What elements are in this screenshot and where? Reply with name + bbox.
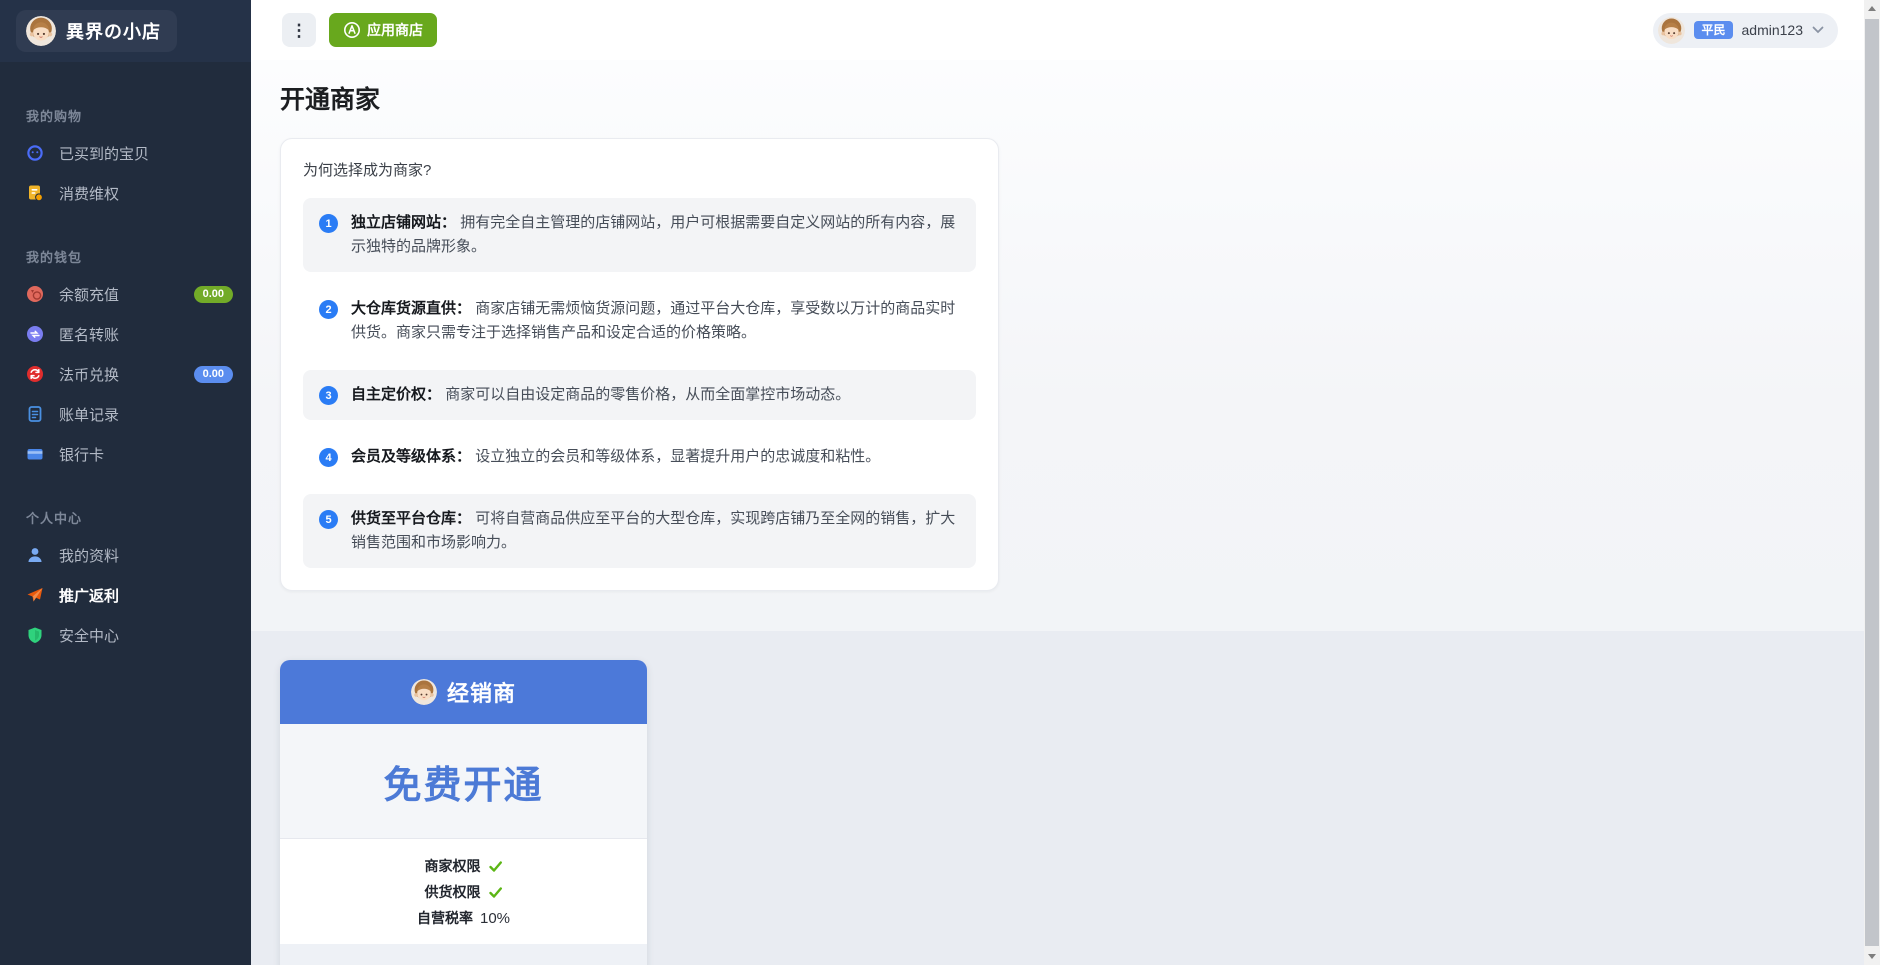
shield-icon [26, 626, 44, 644]
shop-logo-avatar-icon [26, 16, 56, 46]
nav-section-wallet: 我的钱包 [0, 247, 251, 274]
menu-dots-button[interactable]: ⋮ [282, 13, 316, 47]
nav-section-shopping: 我的购物 [0, 106, 251, 133]
sidebar-item-bill-records[interactable]: 账单记录 [0, 394, 251, 434]
number-badge: 5 [319, 510, 338, 529]
nav-section-personal: 个人中心 [0, 508, 251, 535]
feature-label: 供货权限 [425, 882, 481, 902]
why-item-title: 大仓库货源直供： [351, 300, 471, 317]
recharge-balance-badge: 0.00 [194, 286, 233, 303]
sidebar-item-promotion-rebate[interactable]: 推广返利 [0, 575, 251, 615]
sidebar-item-label: 我的资料 [59, 545, 119, 566]
fiat-balance-badge: 0.00 [194, 366, 233, 383]
rights-protection-icon [26, 184, 44, 202]
sidebar-item-fiat-exchange[interactable]: 法币兑换 0.00 [0, 354, 251, 394]
treasure-icon [26, 144, 44, 162]
app-window: 異界の小店 我的购物 已买到的宝贝 消费维权 我的钱包 [0, 0, 1880, 965]
dealer-avatar-icon [411, 679, 437, 705]
dealer-title: 经销商 [447, 676, 516, 708]
why-item-title: 自主定价权： [351, 386, 441, 403]
check-icon [488, 859, 503, 874]
sidebar-item-label: 余额充值 [59, 284, 119, 305]
sidebar-item-label: 法币兑换 [59, 364, 119, 385]
username: admin123 [1742, 22, 1804, 38]
appstore-button-label: 应用商店 [367, 20, 423, 40]
why-item-text: 设立独立的会员和等级体系，显著提升用户的忠诚度和粘性。 [475, 448, 880, 465]
number-badge: 4 [319, 448, 338, 467]
dealer-price-text: 免费开通 [383, 765, 543, 807]
dealer-section: 经销商 免费开通 商家权限 供货权限 [251, 631, 1864, 965]
why-question: 为何选择成为商家? [303, 159, 976, 180]
content: 开通商家 为何选择成为商家? 1 独立店铺网站： 拥有完全自主管理的店铺网站，用… [251, 60, 1864, 965]
user-avatar [1658, 17, 1685, 44]
feature-merchant-permission: 商家权限 [425, 856, 503, 876]
transfer-icon [26, 325, 44, 343]
dealer-card-footer: 重新开通 [280, 944, 647, 965]
why-item-1: 1 独立店铺网站： 拥有完全自主管理的店铺网站，用户可根据需要自定义网站的所有内… [303, 198, 976, 272]
sidebar-item-security-center[interactable]: 安全中心 [0, 615, 251, 655]
why-item-4: 4 会员及等级体系： 设立独立的会员和等级体系，显著提升用户的忠诚度和粘性。 [303, 432, 976, 482]
scrollbar-thumb[interactable] [1865, 19, 1879, 946]
scrollbar-down-arrow[interactable] [1864, 948, 1880, 965]
why-item-title: 供货至平台仓库： [351, 510, 471, 527]
why-item-text: 商家可以自由设定商品的零售价格，从而全面掌控市场动态。 [445, 386, 850, 403]
feature-label: 自营税率 [417, 908, 473, 928]
sidebar-item-label: 银行卡 [59, 444, 104, 465]
appstore-icon [343, 21, 361, 39]
topbar: ⋮ 应用商店 平民 admin123 [251, 0, 1864, 60]
sidebar-item-purchased[interactable]: 已买到的宝贝 [0, 133, 251, 173]
sidebar: 異界の小店 我的购物 已买到的宝贝 消费维权 我的钱包 [0, 0, 251, 965]
bank-card-icon [26, 445, 44, 463]
why-item-5: 5 供货至平台仓库： 可将自营商品供应至平台的大型仓库，实现跨店铺乃至全网的销售… [303, 494, 976, 568]
sidebar-item-anonymous-transfer[interactable]: 匿名转账 [0, 314, 251, 354]
sidebar-item-recharge[interactable]: 余额充值 0.00 [0, 274, 251, 314]
feature-value: 10% [480, 910, 510, 927]
dealer-features: 商家权限 供货权限 自营税率 [280, 838, 647, 944]
number-badge: 1 [319, 214, 338, 233]
vertical-scrollbar[interactable] [1864, 0, 1880, 965]
shop-title: 異界の小店 [66, 18, 161, 44]
sidebar-item-consumer-rights[interactable]: 消费维权 [0, 173, 251, 213]
dealer-price-area: 免费开通 [280, 724, 647, 838]
recharge-coin-icon [26, 285, 44, 303]
why-merchant-card: 为何选择成为商家? 1 独立店铺网站： 拥有完全自主管理的店铺网站，用户可根据需… [280, 138, 999, 591]
why-item-2: 2 大仓库货源直供： 商家店铺无需烦恼货源问题，通过平台大仓库，享受数以万计的商… [303, 284, 976, 358]
scrollbar-up-arrow[interactable] [1864, 0, 1880, 17]
check-icon [488, 885, 503, 900]
why-item-title: 独立店铺网站： [351, 214, 456, 231]
sidebar-item-label: 推广返利 [59, 585, 119, 606]
merchant-section: 开通商家 为何选择成为商家? 1 独立店铺网站： 拥有完全自主管理的店铺网站，用… [251, 60, 1864, 631]
user-menu[interactable]: 平民 admin123 [1653, 13, 1838, 48]
dealer-plan-card: 经销商 免费开通 商家权限 供货权限 [280, 660, 647, 965]
profile-icon [26, 546, 44, 564]
sidebar-item-my-profile[interactable]: 我的资料 [0, 535, 251, 575]
sidebar-item-label: 匿名转账 [59, 324, 119, 345]
number-badge: 2 [319, 300, 338, 319]
feature-label: 商家权限 [425, 856, 481, 876]
user-role-badge: 平民 [1694, 21, 1732, 39]
main-area: ⋮ 应用商店 平民 admin123 [251, 0, 1864, 965]
sidebar-header: 異界の小店 [0, 0, 251, 62]
sidebar-item-label: 账单记录 [59, 404, 119, 425]
exchange-icon [26, 365, 44, 383]
dealer-card-header: 经销商 [280, 660, 647, 724]
sidebar-item-label: 已买到的宝贝 [59, 143, 149, 164]
why-item-3: 3 自主定价权： 商家可以自由设定商品的零售价格，从而全面掌控市场动态。 [303, 370, 976, 420]
page-title: 开通商家 [280, 80, 1864, 116]
feature-self-tax-rate: 自营税率 10% [417, 908, 510, 928]
chevron-down-icon [1812, 26, 1824, 34]
sidebar-item-label: 安全中心 [59, 625, 119, 646]
shop-logo[interactable]: 異界の小店 [16, 10, 177, 52]
why-item-title: 会员及等级体系： [351, 448, 471, 465]
appstore-button[interactable]: 应用商店 [329, 13, 437, 47]
sidebar-item-bank-card[interactable]: 银行卡 [0, 434, 251, 474]
bill-icon [26, 405, 44, 423]
feature-supply-permission: 供货权限 [425, 882, 503, 902]
sidebar-item-label: 消费维权 [59, 183, 119, 204]
number-badge: 3 [319, 386, 338, 405]
paper-plane-icon [26, 586, 44, 604]
sidebar-nav: 我的购物 已买到的宝贝 消费维权 我的钱包 余额充值 0. [0, 62, 251, 655]
